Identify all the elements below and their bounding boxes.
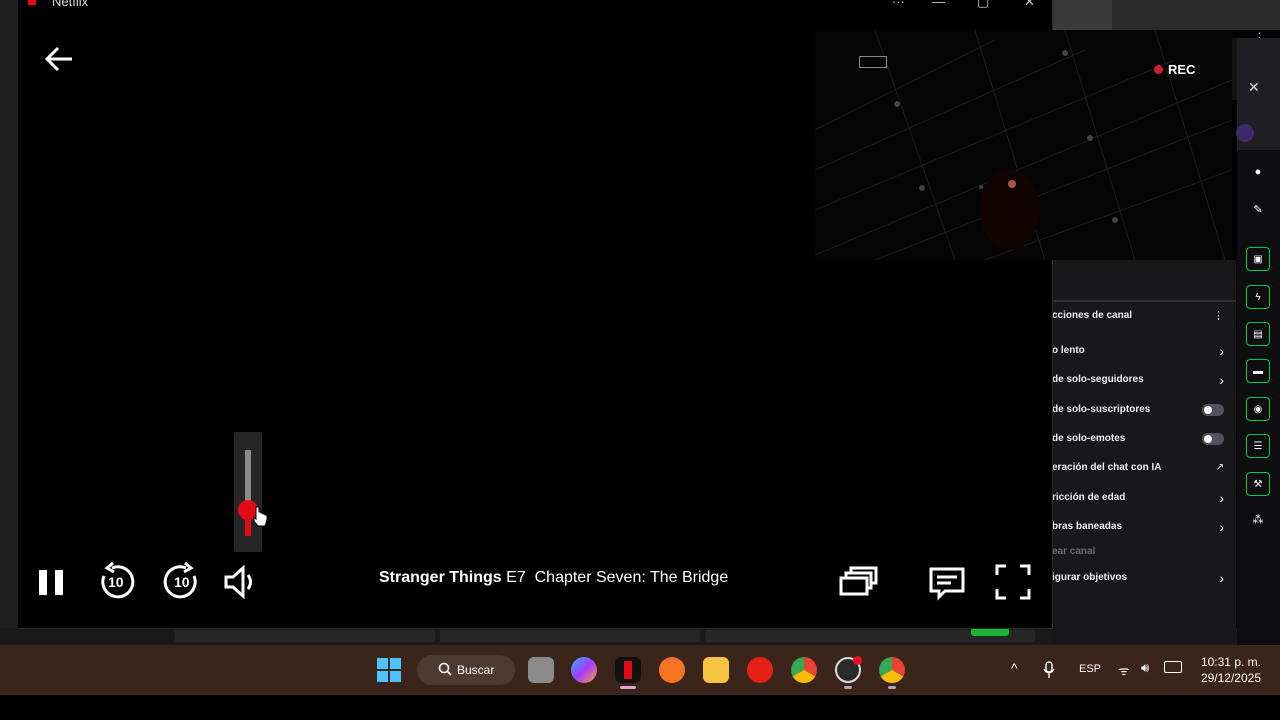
active-app-indicator xyxy=(620,686,636,689)
recording-dot-icon xyxy=(1154,65,1163,74)
clock-date[interactable]: 29/12/2025 xyxy=(1195,671,1261,685)
wifi-icon[interactable]: ᯤ xyxy=(1118,661,1130,679)
extensions-icon[interactable]: ⁂ xyxy=(1250,513,1266,529)
speaker-icon[interactable]: 🔊︎ xyxy=(1141,660,1149,676)
panel-row-label: de solo-emotes xyxy=(1052,433,1126,444)
crunchyroll-icon[interactable] xyxy=(659,657,685,683)
panel-menu-icon[interactable]: ⋮ xyxy=(1213,304,1224,328)
panel-row[interactable]: igurar objetivos › xyxy=(1052,566,1232,590)
panel-row[interactable]: eración del chat con IA ↗ xyxy=(1052,456,1232,480)
copilot-icon[interactable] xyxy=(571,657,597,683)
chat-button[interactable]: ▬ xyxy=(1246,359,1270,383)
back-arrow-icon[interactable] xyxy=(42,44,76,74)
microphone-icon[interactable] xyxy=(1043,661,1055,679)
battery-indicator-icon xyxy=(859,56,887,68)
toggle-switch[interactable] xyxy=(1202,433,1224,445)
panel-row-label: bras baneadas xyxy=(1052,521,1123,532)
episode-title: Stranger Things E7 Chapter Seven: The Br… xyxy=(379,569,728,587)
netflix-logo-icon xyxy=(28,0,36,5)
window-title: Netflix xyxy=(52,0,89,9)
wrench-button[interactable]: ⚒ xyxy=(1246,472,1270,496)
external-link-icon: ↗ xyxy=(1215,462,1224,473)
panel-row-label: eración del chat con IA xyxy=(1052,462,1162,473)
maximize-icon[interactable]: ▢ xyxy=(977,0,989,10)
panel-row[interactable]: o lento › xyxy=(1052,339,1232,363)
youtube-music-icon[interactable] xyxy=(747,657,773,683)
lightning-button[interactable]: ϟ xyxy=(1246,285,1270,309)
chevron-right-icon: › xyxy=(1219,519,1224,535)
close-window-icon[interactable]: ✕ xyxy=(1024,0,1035,10)
running-indicator xyxy=(844,686,852,689)
volume-icon[interactable] xyxy=(221,562,261,602)
panel-row-label: ear canal xyxy=(1052,546,1096,557)
episode-number: E7 xyxy=(506,569,526,586)
search-icon xyxy=(438,662,452,676)
skip-back-button[interactable]: 10 xyxy=(96,561,136,602)
panel-row-label: o lento xyxy=(1052,345,1085,356)
chevron-right-icon: › xyxy=(1219,372,1224,388)
skip-back-label: 10 xyxy=(108,574,124,590)
episodes-icon[interactable] xyxy=(838,562,878,602)
chevron-right-icon: › xyxy=(1219,490,1224,506)
info-icon[interactable]: ● xyxy=(1250,166,1266,182)
file-explorer-icon[interactable] xyxy=(703,657,729,683)
panel-row-label: de solo-seguidores xyxy=(1052,374,1144,385)
battery-icon[interactable] xyxy=(1164,661,1182,673)
panel-divider xyxy=(1052,300,1236,302)
screen-tool-button[interactable]: ▣ xyxy=(1246,247,1270,271)
panel-row[interactable]: de solo-emotes xyxy=(1052,427,1232,451)
search-label: Buscar xyxy=(457,663,495,677)
tray-chevron-up-icon[interactable]: ^ xyxy=(1011,660,1018,676)
panel-row-label: ricción de edad xyxy=(1052,492,1126,503)
layout-button[interactable]: ☰ xyxy=(1246,434,1270,458)
rec-label: REC xyxy=(1168,62,1196,77)
screen-bottom-edge xyxy=(0,695,1280,720)
background-green-button xyxy=(971,628,1009,636)
clock-time[interactable]: 10:31 p. m. xyxy=(1195,655,1261,669)
channel-avatar[interactable] xyxy=(1236,124,1254,142)
minimize-icon[interactable]: — xyxy=(932,0,945,9)
subtitles-icon[interactable] xyxy=(927,562,967,602)
panel-row[interactable]: de solo-suscriptores xyxy=(1052,398,1232,422)
chrome-icon-2[interactable] xyxy=(879,657,905,683)
broadcast-button[interactable]: ◉ xyxy=(1246,397,1270,421)
pause-icon[interactable] xyxy=(31,562,71,602)
background-segment xyxy=(440,630,700,642)
panel-row[interactable]: ricción de edad › xyxy=(1052,486,1232,510)
close-panel-icon[interactable]: ✕ xyxy=(1248,79,1260,96)
chevron-right-icon: › xyxy=(1219,343,1224,359)
panel-row-label: igurar objetivos xyxy=(1052,572,1128,583)
chevron-right-icon: › xyxy=(1219,570,1224,586)
panel-row-label: de solo-suscriptores xyxy=(1052,404,1151,415)
panel-header: cciones de canal ⋮ xyxy=(1052,304,1232,328)
notification-badge xyxy=(853,656,862,665)
panel-row[interactable]: bras baneadas › xyxy=(1052,515,1232,539)
background-segment xyxy=(175,630,435,642)
edit-icon[interactable]: ✎ xyxy=(1250,203,1266,219)
chrome-icon[interactable] xyxy=(791,657,817,683)
windows-start-icon[interactable] xyxy=(377,658,401,682)
show-name: Stranger Things xyxy=(379,569,502,586)
panel-row[interactable]: de solo-seguidores › xyxy=(1052,368,1232,392)
skip-forward-label: 10 xyxy=(174,574,190,590)
language-indicator[interactable]: ESP xyxy=(1079,663,1101,675)
task-view-icon[interactable] xyxy=(528,657,554,683)
more-options-icon[interactable]: ··· xyxy=(892,0,905,9)
episode-name: Chapter Seven: The Bridge xyxy=(534,569,729,586)
mouse-cursor-icon xyxy=(253,506,268,527)
fullscreen-icon[interactable] xyxy=(993,562,1033,602)
panel-header-title: cciones de canal xyxy=(1052,310,1133,321)
netflix-app-icon[interactable] xyxy=(615,657,641,683)
background-window-edge xyxy=(0,0,18,645)
skip-forward-button[interactable]: 10 xyxy=(162,561,202,602)
toggle-switch[interactable] xyxy=(1202,404,1224,416)
panel-row: ear canal xyxy=(1052,540,1232,564)
running-indicator xyxy=(888,686,896,689)
document-button[interactable]: ▤ xyxy=(1246,322,1270,346)
